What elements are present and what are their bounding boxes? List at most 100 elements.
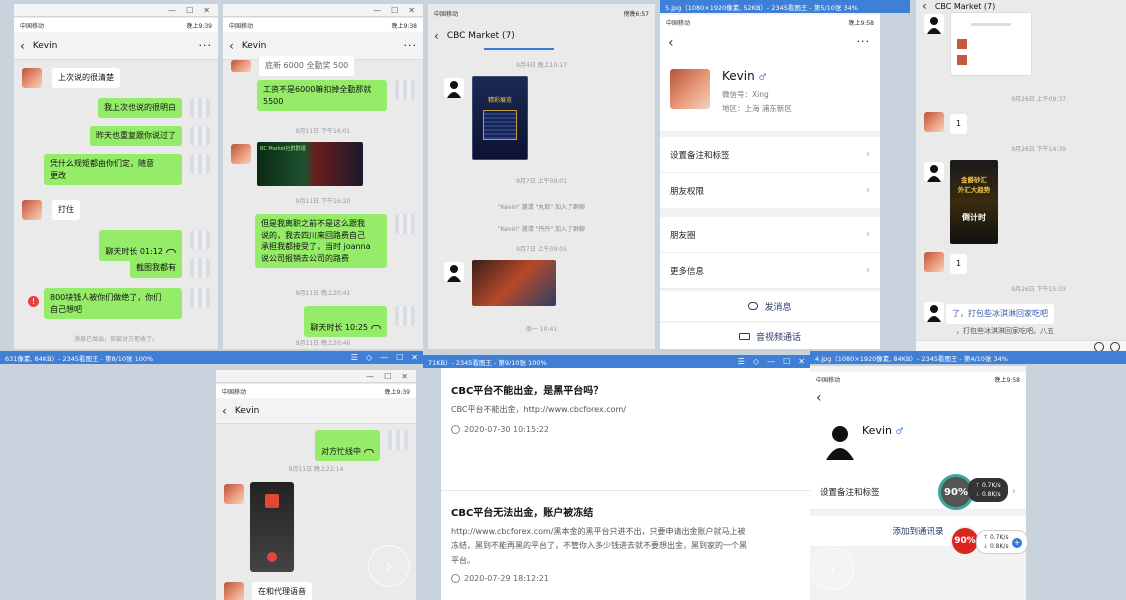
back-icon[interactable]: ‹: [816, 390, 822, 406]
skin-icon[interactable]: ◇: [366, 353, 372, 362]
menu-icon[interactable]: ☰: [351, 353, 358, 362]
viewer-title-bar: 631像素, 84KB）- 2345看图王 - 第8/10张 100% ☰ ◇ …: [0, 351, 423, 364]
clock-label: 晚上9:58: [994, 376, 1020, 384]
minimize-icon[interactable]: —: [373, 6, 381, 15]
back-icon[interactable]: ‹: [434, 29, 439, 43]
expand-icon[interactable]: +: [1012, 538, 1022, 548]
shared-image[interactable]: BC Market社群群福: [257, 142, 363, 186]
clock-label: 晚上9:39: [384, 388, 410, 396]
back-icon[interactable]: ‹: [20, 39, 25, 53]
maximize-icon[interactable]: ☐: [384, 372, 391, 381]
shared-screenshot[interactable]: [950, 12, 1032, 76]
avatar[interactable]: [190, 258, 210, 278]
avatar[interactable]: [22, 200, 42, 220]
timestamp: 周一 10:41: [525, 326, 558, 333]
back-icon[interactable]: ‹: [668, 35, 674, 51]
back-icon[interactable]: ‹: [222, 404, 227, 418]
article-title[interactable]: CBC平台不能出金，是黑平台吗？: [451, 382, 801, 397]
next-arrow-icon[interactable]: ›: [755, 548, 797, 590]
system-message: "Kevin" 邀请 "丸取" 加入了群聊: [497, 204, 586, 211]
download-speed-label: 0.8K/s: [981, 491, 1001, 498]
close-icon[interactable]: ✕: [401, 372, 408, 381]
close-icon[interactable]: ✕: [798, 357, 805, 366]
send-failed-icon[interactable]: !: [28, 296, 39, 307]
row-friend-permissions[interactable]: 朋友权限 ›: [660, 173, 880, 209]
profile-avatar[interactable]: [820, 420, 860, 460]
row-remark-tags[interactable]: 设置备注和标签 ›: [660, 137, 880, 173]
avatar[interactable]: [190, 288, 210, 308]
shared-poster[interactable]: 精彩展览: [472, 76, 528, 160]
more-icon[interactable]: ···: [404, 39, 418, 52]
upload-speed-label: 0.7K/s: [989, 534, 1009, 541]
avatar[interactable]: [924, 302, 944, 322]
shared-poster[interactable]: 金爵砂汇 外汇大趋势 倒计时: [950, 160, 998, 244]
article-body: CBC平台不能出金，http://www.cbcforex.com/: [451, 405, 627, 414]
close-icon[interactable]: ✕: [203, 6, 210, 15]
message-bubble: 但是我离职之前不是这么跟我 说的，我去四川来回路费自己 承担我都接受了，当时 j…: [255, 214, 387, 269]
video-call-button[interactable]: 音视频通话: [660, 323, 880, 349]
row-moments[interactable]: 朋友圈 ›: [660, 217, 880, 253]
avatar[interactable]: [395, 80, 415, 100]
close-icon[interactable]: ✕: [408, 6, 415, 15]
menu-icon[interactable]: ☰: [738, 357, 745, 366]
avatar[interactable]: [924, 112, 944, 132]
avatar[interactable]: [388, 430, 408, 450]
minimize-icon[interactable]: —: [767, 357, 775, 366]
avatar[interactable]: [231, 144, 251, 164]
chevron-right-icon: ›: [866, 185, 870, 196]
article-2[interactable]: CBC平台无法出金，账户被冻结 http://www.cbcforex.com/…: [451, 504, 806, 584]
article-date-label: 2020-07-29 18:12:21: [464, 574, 549, 584]
video-camera-icon: [738, 332, 750, 340]
maximize-icon[interactable]: ☐: [396, 353, 403, 362]
call-screenshot[interactable]: [250, 482, 294, 572]
avatar[interactable]: [444, 78, 464, 98]
network-speed-widget[interactable]: ↑ 0.7K/s ↓ 0.8K/s: [968, 478, 1008, 502]
avatar[interactable]: [395, 306, 415, 326]
article-title[interactable]: CBC平台无法出金，账户被冻结: [451, 504, 806, 519]
previous-arrow-icon[interactable]: ‹: [812, 548, 854, 590]
minimize-icon[interactable]: —: [366, 372, 374, 381]
maximize-icon[interactable]: ☐: [391, 6, 398, 15]
avatar[interactable]: [190, 98, 210, 118]
more-icon[interactable]: ···: [857, 35, 871, 48]
phone-status-bar: 中国移动 傍晚6:57: [428, 6, 655, 20]
minimize-icon[interactable]: —: [380, 353, 388, 362]
avatar[interactable]: [22, 68, 42, 88]
video-call-label: 音视频通话: [755, 332, 801, 343]
avatar[interactable]: [231, 60, 251, 72]
skin-icon[interactable]: ◇: [753, 357, 759, 366]
avatar[interactable]: [190, 126, 210, 146]
system-message: "Kevin" 邀请 "丹丹" 加入了群聊: [497, 226, 586, 233]
row-label: 设置备注和标签: [670, 150, 730, 161]
avatar[interactable]: [395, 214, 415, 234]
send-message-button[interactable]: 发消息: [660, 291, 880, 321]
avatar[interactable]: [924, 14, 944, 34]
avatar[interactable]: [924, 252, 944, 272]
maximize-icon[interactable]: ☐: [783, 357, 790, 366]
avatar[interactable]: [924, 162, 944, 182]
next-arrow-icon[interactable]: ›: [368, 545, 410, 587]
shared-image[interactable]: [472, 260, 556, 306]
upload-speed: ↑ 0.7K/s: [975, 482, 1001, 489]
chat-title: Kevin: [32, 40, 58, 51]
more-icon[interactable]: ···: [199, 39, 213, 52]
profile-avatar[interactable]: [670, 69, 710, 109]
back-icon[interactable]: ‹: [229, 39, 234, 53]
avatar[interactable]: [190, 230, 210, 250]
back-icon[interactable]: ‹: [922, 0, 927, 13]
maximize-icon[interactable]: ☐: [186, 6, 193, 15]
chat-header: ‹ CBC Market (7): [916, 0, 1126, 13]
article-1[interactable]: CBC平台不能出金，是黑平台吗？ CBC平台不能出金，http://www.cb…: [451, 382, 801, 435]
close-icon[interactable]: ✕: [411, 353, 418, 362]
minimize-icon[interactable]: —: [168, 6, 176, 15]
row-more-info[interactable]: 更多信息 ›: [660, 253, 880, 289]
add-contact-label: 添加到通讯录: [892, 527, 944, 537]
clock-label: 晚上9:58: [848, 19, 874, 27]
window-title: 5.jpg（1080×1920像素, 52KB）- 2345看图王 - 第5/1…: [665, 3, 858, 12]
carrier-label: 中国移动: [20, 22, 45, 30]
avatar[interactable]: [190, 154, 210, 174]
avatar[interactable]: [224, 582, 244, 600]
avatar[interactable]: [444, 262, 464, 282]
avatar[interactable]: [224, 484, 244, 504]
chat-header: ‹ Kevin: [216, 398, 416, 424]
